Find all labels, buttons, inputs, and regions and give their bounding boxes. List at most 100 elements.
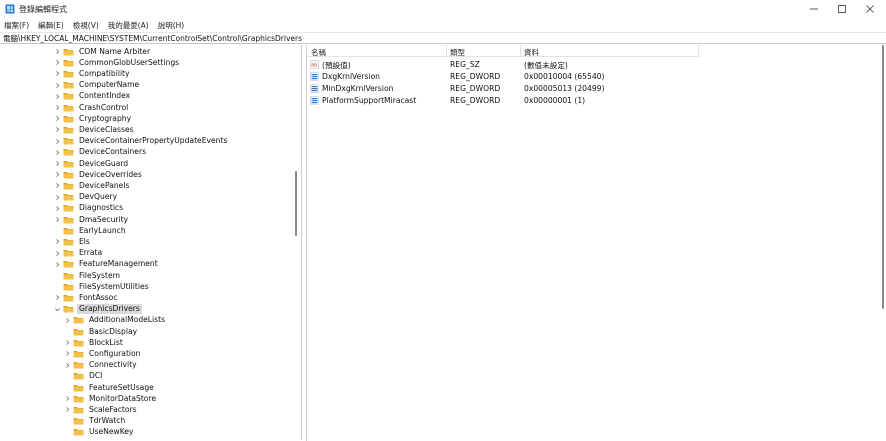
chevron-right-icon[interactable] <box>53 170 61 180</box>
folder-icon <box>73 406 84 414</box>
tree-item[interactable]: DCI <box>63 371 104 382</box>
chevron-right-icon[interactable] <box>53 47 61 57</box>
chevron-right-icon[interactable] <box>53 203 61 213</box>
folder-icon <box>63 137 74 145</box>
menu-file[interactable]: 檔案(F) <box>4 20 29 31</box>
chevron-right-icon[interactable] <box>53 125 61 135</box>
tree-item[interactable]: ContentIndex <box>53 91 132 102</box>
tree-item-label: BasicDisplay <box>89 326 138 336</box>
menu-edit[interactable]: 編輯(E) <box>38 20 64 31</box>
chevron-right-icon[interactable] <box>63 349 71 359</box>
menu-favorites[interactable]: 我的最愛(A) <box>108 20 149 31</box>
tree-item[interactable]: DeviceClasses <box>53 124 136 135</box>
maximize-button[interactable] <box>828 0 856 18</box>
tree-item[interactable]: CommonGlobUserSettings <box>53 57 181 68</box>
chevron-right-icon[interactable] <box>53 192 61 202</box>
chevron-right-icon[interactable] <box>53 159 61 169</box>
column-divider[interactable] <box>520 45 521 57</box>
column-name-header[interactable]: 名稱 <box>311 47 326 58</box>
folder-icon <box>63 171 74 179</box>
chevron-right-icon[interactable] <box>53 181 61 191</box>
tree-item[interactable]: MonitorDataStore <box>63 393 158 404</box>
tree-item[interactable]: EarlyLaunch <box>53 225 128 236</box>
chevron-right-icon[interactable] <box>53 237 61 247</box>
tree-item-label: Diagnostics <box>79 203 124 213</box>
chevron-right-icon[interactable] <box>63 338 71 348</box>
value-type-cell: REG_DWORD <box>450 96 501 105</box>
tree-item[interactable]: FileSystemUtilities <box>53 281 151 292</box>
tree-item[interactable]: COM Name Arbiter <box>53 46 152 57</box>
column-type-header[interactable]: 類型 <box>450 47 465 58</box>
list-scrollbar-thumb[interactable] <box>882 45 884 309</box>
chevron-right-icon[interactable] <box>53 293 61 303</box>
tree-item[interactable]: AdditionalModeLists <box>63 315 167 326</box>
folder-icon <box>63 305 74 313</box>
chevron-right-icon[interactable] <box>53 103 61 113</box>
column-divider[interactable] <box>446 45 447 57</box>
chevron-right-icon[interactable] <box>63 360 71 370</box>
tree-scrollbar-thumb[interactable] <box>295 171 297 236</box>
tree-item[interactable]: DeviceContainers <box>53 147 148 158</box>
folder-icon <box>73 384 84 392</box>
tree-item[interactable]: Compatibility <box>53 68 132 79</box>
column-divider[interactable] <box>698 45 699 57</box>
tree-item[interactable]: Cryptography <box>53 113 133 124</box>
chevron-right-icon[interactable] <box>53 248 61 258</box>
chevron-right-icon[interactable] <box>63 315 71 325</box>
tree-scrollbar[interactable] <box>292 45 300 440</box>
tree-item[interactable]: Configuration <box>63 348 143 359</box>
tree-item[interactable]: DevQuery <box>53 192 119 203</box>
tree-item[interactable]: DeviceGuard <box>53 158 130 169</box>
tree-item[interactable]: BlockList <box>63 337 125 348</box>
folder-icon <box>63 59 74 67</box>
tree-item[interactable]: ComputerName <box>53 80 141 91</box>
close-button[interactable] <box>856 0 884 18</box>
minimize-button[interactable] <box>800 0 828 18</box>
chevron-right-icon[interactable] <box>53 114 61 124</box>
value-list[interactable]: 名稱 類型 資料 ab (預設值) REG_SZ (數值未設定) DxgKrnlVers… <box>306 45 886 441</box>
tree-item[interactable]: DeviceContainerPropertyUpdateEvents <box>53 136 229 147</box>
tree-item-label: EarlyLaunch <box>79 225 126 235</box>
chevron-right-icon[interactable] <box>63 394 71 404</box>
tree-item[interactable]: UseNewKey <box>63 427 136 438</box>
chevron-right-icon[interactable] <box>53 259 61 269</box>
tree-item[interactable]: DmaSecurity <box>53 214 130 225</box>
address-bar[interactable]: 電腦\HKEY_LOCAL_MACHINE\SYSTEM\CurrentCont… <box>0 32 886 44</box>
tree-item[interactable]: DeviceOverrides <box>53 169 144 180</box>
tree-item[interactable]: FeatureSetUsage <box>63 382 156 393</box>
chevron-right-icon[interactable] <box>53 136 61 146</box>
tree-item[interactable]: Diagnostics <box>53 203 125 214</box>
value-row[interactable]: DxgKrnlVersion REG_DWORD 0x00010004 (65540… <box>307 71 699 83</box>
tree-item[interactable]: CrashControl <box>53 102 130 113</box>
chevron-right-icon[interactable] <box>53 215 61 225</box>
tree-item[interactable]: TdrWatch <box>63 416 127 427</box>
chevron-right-icon[interactable] <box>53 80 61 90</box>
tree-item[interactable]: Errata <box>53 248 104 259</box>
tree-item-label: AdditionalModeLists <box>89 315 166 325</box>
tree-item[interactable]: FileSystem <box>53 270 122 281</box>
key-tree[interactable]: COM Name Arbiter CommonGlobUserSettings Co… <box>1 45 302 440</box>
value-row[interactable]: MinDxgKrnlVersion REG_DWORD 0x00005013 (20… <box>307 83 699 95</box>
menu-view[interactable]: 檢視(V) <box>73 20 99 31</box>
tree-item[interactable]: FeatureManagement <box>53 259 160 270</box>
tree-item[interactable]: DevicePanels <box>53 180 131 191</box>
tree-item[interactable]: Els <box>53 236 92 247</box>
value-row[interactable]: PlatformSupportMiracast REG_DWORD 0x000000… <box>307 95 699 107</box>
tree-item[interactable]: GraphicsDrivers <box>53 304 142 315</box>
list-scrollbar[interactable] <box>881 45 885 440</box>
chevron-down-icon[interactable] <box>53 304 61 314</box>
menu-help[interactable]: 說明(H) <box>158 20 185 31</box>
chevron-right-icon[interactable] <box>53 91 61 101</box>
column-data-header[interactable]: 資料 <box>524 47 539 58</box>
value-row[interactable]: ab (預設值) REG_SZ (數值未設定) <box>307 59 699 71</box>
tree-item-label: BlockList <box>89 337 123 347</box>
chevron-right-icon[interactable] <box>53 147 61 157</box>
chevron-right-icon[interactable] <box>53 58 61 68</box>
tree-item[interactable]: ScaleFactors <box>63 404 139 415</box>
tree-item[interactable]: BasicDisplay <box>63 326 139 337</box>
folder-icon <box>63 48 74 56</box>
chevron-right-icon[interactable] <box>63 405 71 415</box>
tree-item[interactable]: Connectivity <box>63 360 139 371</box>
chevron-right-icon[interactable] <box>53 69 61 79</box>
tree-item[interactable]: FontAssoc <box>53 292 119 303</box>
